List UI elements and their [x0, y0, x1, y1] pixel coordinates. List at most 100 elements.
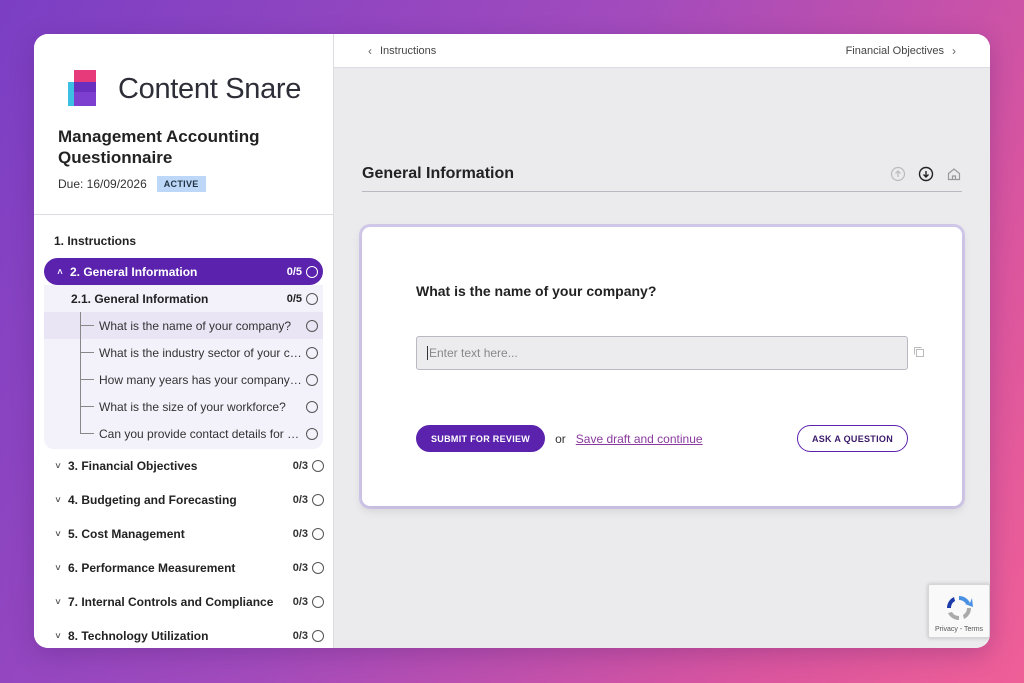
question-item[interactable]: How many years has your company been in … [44, 366, 323, 393]
chevron-left-icon: ‹ [368, 43, 372, 58]
section-actions [890, 166, 962, 182]
chevron-down-icon: ˅ [55, 461, 61, 471]
question-label: What is the name of your company? [99, 318, 292, 333]
tree-line [80, 420, 81, 434]
arrow-down-circle-icon[interactable] [918, 166, 934, 182]
sidebar-item-technology[interactable]: ˅ 8. Technology Utilization 0/3 [34, 619, 333, 648]
sidebar-item-internal-controls[interactable]: ˅ 7. Internal Controls and Compliance 0/… [34, 585, 333, 619]
progress-count: 0/3 [292, 596, 308, 608]
chevron-up-icon: ˄ [57, 266, 63, 277]
sidebar-item-label: 3. Financial Objectives [68, 459, 198, 473]
tree-branch [80, 379, 94, 380]
brand-logo[interactable]: Content Snare [34, 64, 333, 114]
sidebar-item-budgeting[interactable]: ˅ 4. Budgeting and Forecasting 0/3 [34, 483, 333, 517]
sidebar-item-label: 4. Budgeting and Forecasting [68, 493, 237, 507]
status-circle-icon [312, 562, 324, 574]
subsection-item[interactable]: 2.1. General Information 0/5 [44, 285, 323, 312]
subsection-group: 2.1. General Information 0/5 What is the… [44, 285, 323, 449]
card-actions: SUBMIT FOR REVIEW or Save draft and cont… [416, 425, 908, 452]
status-circle-icon [306, 427, 318, 440]
prev-section-link[interactable]: ‹ Instructions [360, 44, 436, 58]
progress-count: 0/3 [292, 460, 308, 472]
chevron-down-icon: ˅ [55, 597, 61, 607]
logo-icon [68, 70, 104, 108]
sidebar-item-label: 5. Cost Management [68, 527, 185, 541]
due-row: Due: 16/09/2026 ACTIVE [58, 176, 333, 192]
question-label: What is the size of your workforce? [99, 399, 286, 414]
section-list: ˅ 3. Financial Objectives 0/3 ˅ 4. Budge… [34, 449, 333, 648]
progress-count: 0/3 [292, 630, 308, 642]
top-nav-bar: ‹ Instructions Financial Objectives › [334, 34, 990, 68]
chevron-down-icon: ˅ [55, 529, 61, 539]
chevron-right-icon: › [952, 43, 956, 58]
status-circle-icon [306, 265, 318, 278]
chevron-down-icon: ˅ [55, 563, 61, 573]
sidebar-item-label: 2. General Information [70, 264, 198, 279]
progress-count: 0/3 [292, 528, 308, 540]
save-draft-link[interactable]: Save draft and continue [576, 432, 703, 446]
question-item[interactable]: What is the name of your company? [44, 312, 323, 339]
submit-for-review-button[interactable]: SUBMIT FOR REVIEW [416, 425, 546, 452]
status-circle-icon [306, 319, 318, 332]
status-badge: ACTIVE [156, 176, 206, 192]
status-circle-icon [312, 528, 324, 540]
sidebar-item-financial-objectives[interactable]: ˅ 3. Financial Objectives 0/3 [34, 449, 333, 483]
status-circle-icon [312, 460, 324, 472]
section-nav: 1. Instructions ˄ 2. General Information… [34, 224, 333, 648]
copy-icon[interactable] [913, 346, 925, 358]
status-circle-icon [312, 630, 324, 642]
next-section-label: Financial Objectives [845, 44, 944, 57]
sidebar-item-cost-management[interactable]: ˅ 5. Cost Management 0/3 [34, 517, 333, 551]
sidebar-item-general-information[interactable]: ˄ 2. General Information 0/5 [44, 258, 323, 285]
next-section-link[interactable]: Financial Objectives › [846, 44, 964, 58]
section-title: General Information [362, 164, 515, 182]
due-date: Due: 16/09/2026 [58, 177, 147, 191]
chevron-down-icon: ˅ [55, 631, 61, 641]
subsection-label: 2.1. General Information [71, 291, 209, 306]
section-header: General Information [362, 156, 962, 192]
question-item[interactable]: Can you provide contact details for the … [44, 420, 323, 447]
status-circle-icon [306, 292, 318, 305]
brand-name: Content Snare [118, 72, 302, 105]
prev-section-label: Instructions [380, 44, 437, 57]
status-circle-icon [306, 346, 318, 359]
tree-branch [80, 433, 94, 434]
sidebar-item-label: 8. Technology Utilization [68, 629, 209, 643]
recaptcha-icon [946, 595, 973, 621]
status-circle-icon [312, 596, 324, 608]
chevron-down-icon: ˅ [55, 495, 61, 505]
status-circle-icon [312, 494, 324, 506]
home-icon[interactable] [946, 166, 962, 182]
question-card: What is the name of your company? Enter … [362, 227, 962, 506]
sidebar-item-instructions[interactable]: 1. Instructions [34, 224, 333, 258]
main-panel: ‹ Instructions Financial Objectives › Ge… [334, 34, 990, 648]
questionnaire-title: Management Accounting Questionnaire [58, 127, 260, 167]
question-text: What is the name of your company? [416, 283, 657, 299]
sidebar-item-label: 6. Performance Measurement [68, 561, 236, 575]
progress-count: 0/3 [292, 494, 308, 506]
arrow-up-circle-icon[interactable] [890, 166, 906, 182]
sidebar: Content Snare Management Accounting Ques… [34, 34, 334, 648]
answer-input[interactable]: Enter text here... [416, 336, 908, 370]
progress-count: 0/3 [292, 562, 308, 574]
question-item[interactable]: What is the industry sector of your comp… [44, 339, 323, 366]
recaptcha-badge[interactable]: Privacy - Terms [928, 584, 990, 638]
question-label: How many years has your company been in … [99, 372, 302, 387]
progress-count: 0/5 [286, 292, 302, 305]
sidebar-item-label: 7. Internal Controls and Compliance [68, 595, 274, 609]
recaptcha-terms: Privacy - Terms [934, 626, 984, 633]
sidebar-item-label: 1. Instructions [54, 234, 137, 248]
status-circle-icon [306, 373, 318, 386]
tree-branch [80, 352, 94, 353]
tree-branch [80, 325, 94, 326]
status-circle-icon [306, 400, 318, 413]
ask-question-button[interactable]: ASK A QUESTION [796, 425, 908, 452]
question-label: What is the industry sector of your comp… [99, 345, 302, 360]
question-item[interactable]: What is the size of your workforce? [44, 393, 323, 420]
progress-count: 0/5 [286, 265, 302, 278]
app-window: Content Snare Management Accounting Ques… [34, 34, 990, 648]
sidebar-divider [34, 214, 333, 215]
or-text: or [555, 431, 566, 446]
tree-branch [80, 406, 94, 407]
sidebar-item-performance[interactable]: ˅ 6. Performance Measurement 0/3 [34, 551, 333, 585]
